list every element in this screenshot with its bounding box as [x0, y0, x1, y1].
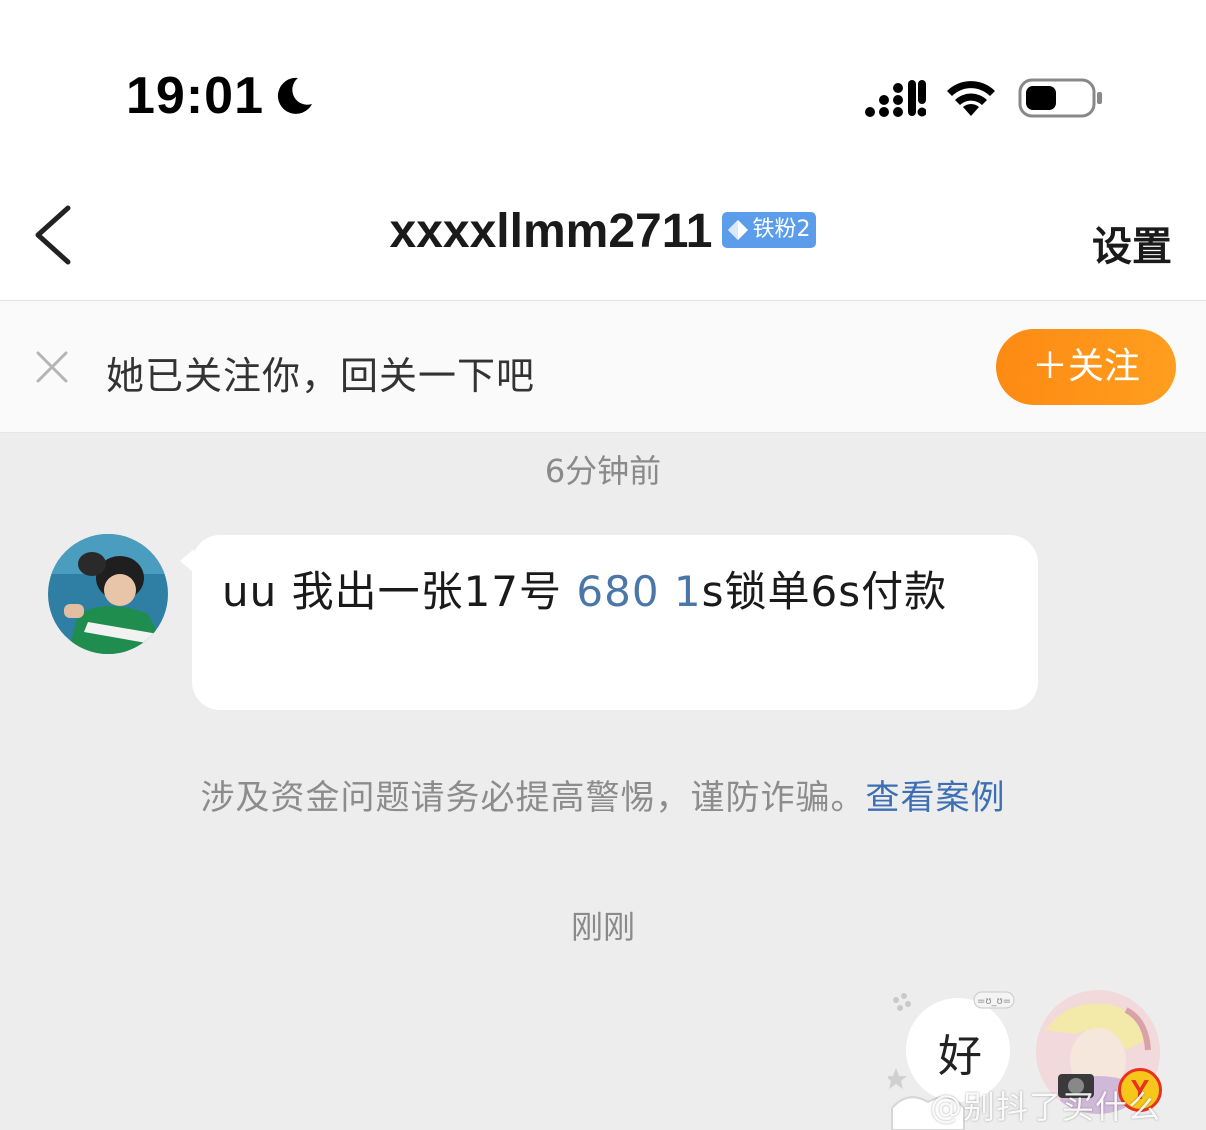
avatar[interactable]: [48, 534, 168, 654]
close-icon[interactable]: [34, 349, 70, 385]
nav-title-group: xxxxllmm2711 铁粉2: [0, 204, 1206, 264]
follow-button[interactable]: ＋关注: [996, 329, 1176, 405]
status-time: 19:01: [126, 67, 264, 125]
page-title: xxxxllmm2711: [389, 205, 713, 258]
fan-badge-label: 铁粉2: [752, 216, 811, 242]
message-text-end: s锁单6s付款: [701, 567, 948, 616]
settings-button[interactable]: 设置: [1092, 214, 1172, 272]
fan-badge: 铁粉2: [722, 211, 817, 248]
outgoing-message-text: 好: [938, 1031, 982, 1082]
detected-number-link[interactable]: 680 1: [576, 567, 701, 616]
signal-icon: [865, 80, 926, 117]
diamond-icon: [728, 219, 749, 240]
follow-back-text: 她已关注你，回关一下吧: [106, 354, 536, 398]
timestamp-now: 刚刚: [570, 908, 635, 946]
fraud-warning: 涉及资金问题请务必提高警惕，谨防诈骗。查看案例: [0, 770, 1206, 819]
svg-text:=ʊ_ʊ=: =ʊ_ʊ=: [977, 996, 1011, 1007]
moon-icon: [277, 77, 312, 114]
incoming-message-text: uu 我出一张17号 680 1s锁单6s付款: [222, 561, 1008, 623]
avatar-image: [48, 534, 168, 654]
watermark: @别抖了买什么: [930, 1088, 1162, 1126]
fraud-warning-text: 涉及资金问题请务必提高警惕，谨防诈骗。: [200, 778, 866, 818]
wifi-icon: [947, 81, 995, 116]
follow-back-banner: 她已关注你，回关一下吧 ＋关注: [0, 301, 1206, 433]
timestamp: 6分钟前: [544, 452, 662, 490]
message-text: uu 我出一张17号: [222, 567, 577, 616]
status-bar: 19:01: [0, 0, 1206, 160]
nav-bar: xxxxllmm2711 铁粉2 设置: [0, 160, 1206, 301]
battery-icon: [1018, 78, 1102, 118]
view-cases-link[interactable]: 查看案例: [866, 778, 1006, 818]
incoming-message-bubble[interactable]: uu 我出一张17号 680 1s锁单6s付款: [180, 535, 1038, 710]
